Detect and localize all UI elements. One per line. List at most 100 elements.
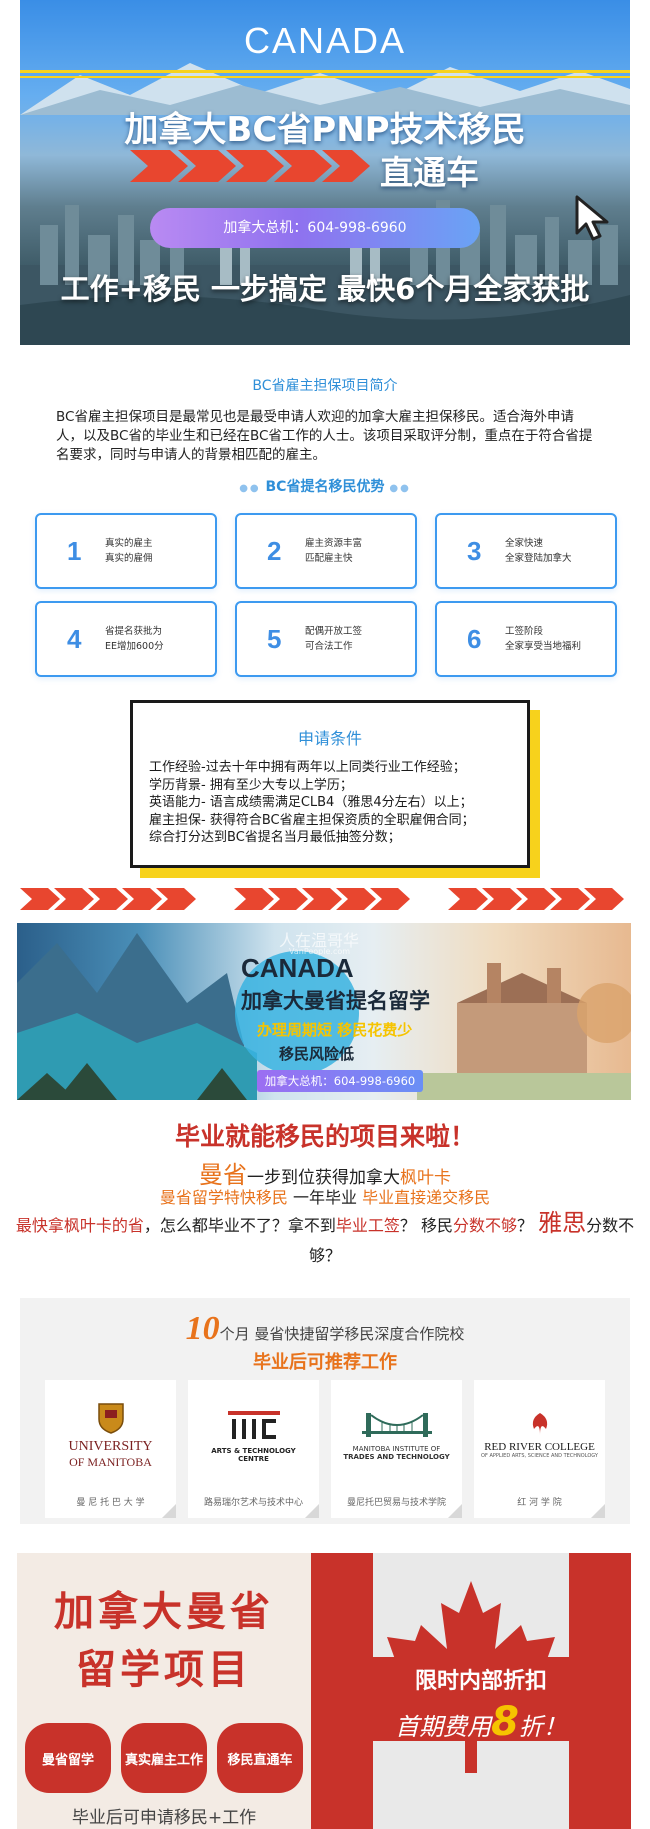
advantages-grid: 1 真实的雇主 真实的雇佣 2 雇主资源丰富 匹配雇主快 3 全家快速 全家登陆加拿大… (35, 513, 617, 677)
advantage-line: 配偶开放工签 (305, 626, 363, 637)
grad-text: ？ (517, 1216, 539, 1235)
page-fold-icon (591, 1504, 605, 1518)
chevron-divider-icon (20, 888, 624, 910)
grad-highlight: 毕业工签 (335, 1216, 400, 1235)
advantage-number: 6 (467, 623, 482, 654)
advantage-number: 1 (67, 535, 82, 566)
school-logo-text: RED RIVER COLLEGE (484, 1441, 595, 1453)
grad-text: ，怎么都毕业不了？拿不到 (143, 1216, 336, 1235)
intro-title: BC省雇主担保项目简介 (252, 378, 398, 394)
school-caption: 路易瑞尔艺术与技术中心 (203, 1498, 303, 1508)
hero-banner: CANADA 加拿大BC省PNP技术移民 直通车 加拿大总机：604-998-6… (20, 0, 630, 345)
hero-title: 加拿大BC省PNP技术移民 (124, 110, 526, 150)
school-card[interactable]: UNIVERSITY OF MANITOBA 曼 尼 托 巴 大 学 (45, 1380, 176, 1518)
hero-divider (20, 70, 630, 73)
discount-number: 8 (491, 1699, 519, 1745)
page-fold-icon (162, 1504, 176, 1518)
advantage-line: 全家登陆加拿大 (505, 553, 572, 564)
advantage-card: 3 全家快速全家登陆加拿大 (435, 513, 617, 589)
advantage-line: 全家享受当地福利 (505, 641, 582, 652)
advantage-card: 1 真实的雇主 真实的雇佣 (35, 513, 217, 589)
school-logo-text: OF MANITOBA (69, 1454, 152, 1469)
school-logo-text: OF APPLIED ARTS, SCIENCE AND TECHNOLOGY (481, 1453, 598, 1459)
promo-right: 限时内部折扣 首期费用8折！ (311, 1553, 631, 1829)
promo-footer: 毕业后可申请移民+工作 (71, 1808, 257, 1828)
discount-text: 首期费用8折！ (373, 1699, 589, 1745)
crest-icon (97, 1402, 124, 1434)
grad-line: 最快拿枫叶卡的省，怎么都毕业不了？拿不到毕业工签？ 移民分数不够？ 雅思分数不够… (0, 1208, 650, 1271)
advantage-line: 全家快速 (505, 538, 544, 549)
school-caption: 曼 尼 托 巴 大 学 (76, 1498, 145, 1508)
grad-text: ？ 移民 (399, 1216, 453, 1235)
hero-phone-button[interactable]: 加拿大总机：604-998-6960 (150, 208, 480, 248)
discount-title: 限时内部折扣 (414, 1669, 547, 1694)
grad-text: 一年毕业 (287, 1188, 363, 1207)
advantage-number: 2 (267, 535, 282, 566)
condition-item: 英语能力- 语言成绩需满足CLB4（雅思4分左右）以上； (149, 795, 473, 810)
school-logo-text: UNIVERSITY (68, 1438, 153, 1454)
banner-subtitle: 办理周期短 移民花费少 (257, 1021, 413, 1039)
school-logo-text: MANITOBA INSTITUTE OF (352, 1445, 441, 1453)
advantage-line: 工签阶段 (505, 626, 544, 637)
pill-immigration[interactable]: 移民直通车 (217, 1723, 303, 1793)
cursor-pointer-icon (575, 195, 609, 241)
school-card[interactable]: RED RIVER COLLEGE OF APPLIED ARTS, SCIEN… (474, 1380, 605, 1518)
advantage-line: 雇主资源丰富 (305, 538, 363, 549)
dots-decoration-icon: ●● (239, 483, 261, 494)
advantage-card: 6 工签阶段全家享受当地福利 (435, 601, 617, 677)
schools-ten: 10 (185, 1310, 220, 1347)
condition-item: 综合打分达到BC省提名当月最低抽签分数； (149, 830, 401, 845)
grad-highlight: 曼省留学特快移民 (159, 1188, 288, 1207)
manitoba-banner: 人在温哥华 VanPeople.com CANADA 加拿大曼省提名留学 办理周… (17, 923, 631, 1100)
condition-item: 学历背景- 拥有至少大专以上学历； (149, 777, 353, 793)
page: CANADA 加拿大BC省PNP技术移民 直通车 加拿大总机：604-998-6… (0, 0, 650, 1829)
grad-line: 曼省留学特快移民 一年毕业 毕业直接递交移民 (0, 1184, 650, 1208)
advantage-card: 4 省提名获批为 EE增加600分 (35, 601, 217, 677)
bridge-logo-icon (361, 1413, 432, 1437)
school-logo: ARTS & TECHNOLOGY CENTRE (188, 1380, 319, 1490)
grad-highlight: 最快拿枫叶卡的省 (15, 1216, 144, 1235)
hero-subtitle: 直通车 (380, 153, 479, 192)
school-logo-text: TRADES AND TECHNOLOGY (343, 1453, 450, 1461)
school-logo-text: CENTRE (238, 1455, 269, 1463)
banner-brand: CANADA (241, 953, 354, 983)
advantage-number: 3 (467, 535, 482, 566)
advantage-line: EE增加600分 (105, 641, 164, 652)
chevron-arrows-icon (130, 150, 370, 182)
condition-item: 工作经验-过去十年中拥有两年以上同类行业工作经验； (149, 760, 466, 775)
conditions-title: 申请条件 (297, 729, 362, 748)
conditions-list: 工作经验-过去十年中拥有两年以上同类行业工作经验； 学历背景- 拥有至少大专以上… (149, 759, 527, 847)
school-logo: RED RIVER COLLEGE OF APPLIED ARTS, SCIEN… (474, 1380, 605, 1490)
schools-heading-text: 个月 曼省快捷留学移民深度合作院校 (219, 1325, 465, 1343)
grad-headline: 毕业就能移民的项目来啦！ (174, 1122, 475, 1151)
schools-subtitle: 毕业后可推荐工作 (253, 1352, 397, 1373)
grad-highlight: 分数不够 (453, 1216, 518, 1235)
hero-brand: CANADA (243, 20, 407, 61)
pill-employer[interactable]: 真实雇主工作 (121, 1723, 207, 1793)
discount-text-a: 首期费用 (395, 1713, 492, 1741)
grad-highlight: 雅思 (538, 1209, 587, 1237)
grad-highlight: 毕业直接递交移民 (362, 1188, 491, 1207)
advantage-line: 可合法工作 (305, 641, 353, 652)
conditions-box: 申请条件 工作经验-过去十年中拥有两年以上同类行业工作经验； 学历背景- 拥有至… (130, 700, 530, 868)
school-caption: 曼尼托巴贸易与技术学院 (346, 1498, 446, 1508)
banner-phone-button[interactable]: 加拿大总机：604-998-6960 (257, 1070, 423, 1092)
advantage-card: 5 配偶开放工签 可合法工作 (235, 601, 417, 677)
promo-banner: 加拿大曼省 留学项目 曼省留学 真实雇主工作 移民直通车 毕业后可申请移民+工作… (17, 1553, 631, 1829)
school-card[interactable]: ARTS & TECHNOLOGY CENTRE 路易瑞尔艺术与技术中心 (188, 1380, 319, 1518)
advantage-number: 5 (267, 623, 282, 654)
school-card[interactable]: MANITOBA INSTITUTE OF TRADES AND TECHNOL… (331, 1380, 462, 1518)
page-fold-icon (305, 1504, 319, 1518)
advantages-title-text: BC省提名移民优势 (265, 479, 385, 495)
school-logo-text: ARTS & TECHNOLOGY (211, 1447, 296, 1455)
school-logo: MANITOBA INSTITUTE OF TRADES AND TECHNOL… (331, 1380, 462, 1490)
discount-text-c: 折！ (518, 1713, 567, 1741)
schools-heading: 10个月 曼省快捷留学移民深度合作院校 (20, 1310, 630, 1348)
pill-study[interactable]: 曼省留学 (25, 1723, 111, 1793)
red-river-logo-icon (532, 1413, 547, 1435)
promo-title: 加拿大曼省 留学项目 (17, 1583, 311, 1699)
promo-left: 加拿大曼省 留学项目 曼省留学 真实雇主工作 移民直通车 毕业后可申请移民+工作 (17, 1553, 311, 1829)
advantage-line: 真实的雇佣 (105, 553, 153, 564)
schools-list: UNIVERSITY OF MANITOBA 曼 尼 托 巴 大 学 ARTS … (45, 1380, 605, 1518)
dots-decoration-icon: ●● (389, 483, 411, 494)
